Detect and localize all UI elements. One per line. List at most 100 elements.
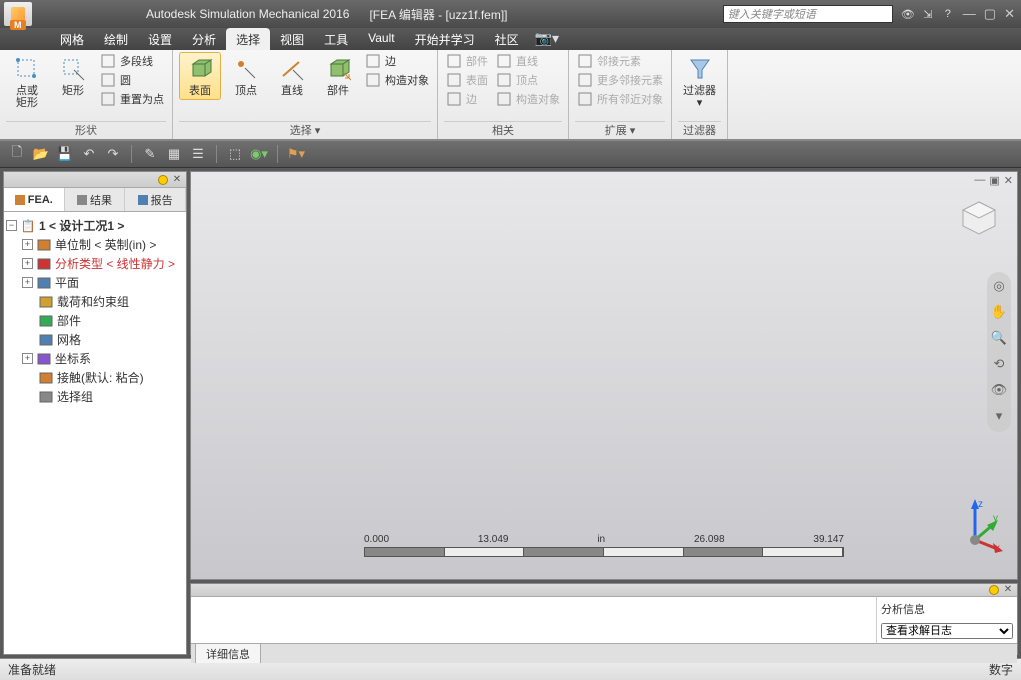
viewport-restore-icon[interactable]: ▣	[989, 174, 999, 187]
ribbon-矩形[interactable]: 矩形	[52, 52, 94, 100]
viewcube[interactable]	[959, 198, 999, 238]
signin-icon[interactable]: ⇲	[921, 7, 935, 21]
menu-网格[interactable]: 网格	[50, 28, 94, 50]
svg-text:y: y	[993, 513, 998, 524]
tree-item[interactable]: 网格	[6, 330, 184, 349]
box-icon[interactable]: ◉▾	[250, 145, 268, 163]
model-tree[interactable]: −📋1 < 设计工况1 >+单位制 < 英制(in) >+分析类型 < 线性静力…	[4, 212, 186, 654]
scale-ruler: 0.00013.049in26.09839.147	[364, 534, 844, 557]
ribbon-重置为点[interactable]: 重置为点	[98, 90, 166, 108]
menu-选择[interactable]: 选择	[226, 28, 270, 50]
undo-icon[interactable]: ↶	[80, 145, 98, 163]
tree-expand-icon[interactable]: +	[22, 353, 33, 364]
minimize-button[interactable]: —	[963, 6, 976, 22]
analysis-info-label: 分析信息	[881, 601, 1013, 617]
status-text: 准备就绪	[8, 661, 56, 678]
menu-设置[interactable]: 设置	[138, 28, 182, 50]
open-icon[interactable]: 📂	[32, 145, 50, 163]
pin-icon[interactable]	[989, 585, 999, 595]
title-tool-icons: 👁 ⇲ ?	[901, 7, 955, 21]
redo-icon[interactable]: ↷	[104, 145, 122, 163]
tree-expand-icon[interactable]: +	[22, 239, 33, 250]
ribbon-过滤器[interactable]: 过滤器▾	[678, 52, 721, 112]
ribbon-多段线[interactable]: 多段线	[98, 52, 166, 70]
ribbon-点或矩形[interactable]: 点或矩形	[6, 52, 48, 112]
details-tab[interactable]: 详细信息	[195, 643, 261, 663]
ribbon-group-title: 过滤器	[678, 121, 721, 139]
help-icon[interactable]: ?	[941, 7, 955, 21]
tree-item[interactable]: +分析类型 < 线性静力 >	[6, 254, 184, 273]
small-icon	[577, 91, 593, 107]
tree-expand-icon[interactable]: +	[22, 258, 33, 269]
menu-绘制[interactable]: 绘制	[94, 28, 138, 50]
menu-开始并学习[interactable]: 开始并学习	[405, 28, 485, 50]
zoom-icon[interactable]: 🔍	[990, 330, 1008, 348]
tree-item[interactable]: 部件	[6, 311, 184, 330]
camera-icon[interactable]: 📷▾	[535, 28, 559, 50]
ribbon-边[interactable]: 边	[363, 52, 431, 70]
small-icon	[577, 53, 593, 69]
ribbon-group-title: 相关	[444, 121, 562, 139]
tree-item[interactable]: 选择组	[6, 387, 184, 406]
menu-社区[interactable]: 社区	[485, 28, 529, 50]
tree-item[interactable]: 接触(默认: 粘合)	[6, 368, 184, 387]
ribbon-表面[interactable]: 表面	[179, 52, 221, 100]
menu-bar: 网格绘制设置分析选择视图工具Vault开始并学习社区 📷▾	[0, 28, 1021, 50]
tree-expand-icon[interactable]: +	[22, 277, 33, 288]
steering-wheel-icon[interactable]: ◎	[990, 278, 1008, 296]
viewport-minimize-icon[interactable]: —	[974, 174, 985, 187]
new-icon[interactable]: 🗋	[8, 145, 26, 163]
viewport-close-icon[interactable]: ✕	[1004, 174, 1013, 187]
save-icon[interactable]: 💾	[56, 145, 74, 163]
ribbon-邻接元素: 邻接元素	[575, 52, 665, 70]
ribbon: 点或矩形矩形多段线圆重置为点形状表面顶点直线部件边构造对象选择 ▾部件表面边直线…	[0, 50, 1021, 140]
menu-分析[interactable]: 分析	[182, 28, 226, 50]
select-icon[interactable]: ⬚	[226, 145, 244, 163]
pin-icon[interactable]	[158, 175, 168, 185]
panel-close-icon[interactable]: ✕	[170, 174, 184, 186]
pan-icon[interactable]: ✋	[990, 304, 1008, 322]
list-icon[interactable]: ☰	[189, 145, 207, 163]
ribbon-圆[interactable]: 圆	[98, 71, 166, 89]
navigation-bar: ◎ ✋ 🔍 ⟲ 👁 ▾	[987, 272, 1011, 432]
browser-tab-结果[interactable]: 结果	[65, 188, 126, 211]
small-icon	[365, 53, 381, 69]
tree-collapse-icon[interactable]: −	[6, 220, 17, 231]
browser-tab-FEA.[interactable]: FEA.	[4, 188, 65, 211]
small-icon	[100, 53, 116, 69]
ribbon-顶点[interactable]: 顶点	[225, 52, 267, 100]
help-search-input[interactable]: 键入关键字或短语	[723, 5, 893, 23]
close-button[interactable]: ✕	[1004, 6, 1015, 22]
grid-icon[interactable]: ▦	[165, 145, 183, 163]
browser-tab-报告[interactable]: 报告	[125, 188, 186, 211]
ribbon-部件: 部件	[444, 52, 490, 70]
ribbon-直线[interactable]: 直线	[271, 52, 313, 100]
menu-工具[interactable]: 工具	[314, 28, 358, 50]
binoculars-icon[interactable]: 👁	[901, 7, 915, 21]
menu-Vault[interactable]: Vault	[358, 28, 404, 50]
panel-close-icon[interactable]: ✕	[1001, 584, 1015, 596]
ribbon-构造对象[interactable]: 构造对象	[363, 71, 431, 89]
ribbon-更多邻接元素: 更多邻接元素	[575, 71, 665, 89]
main-area: ✕ FEA.结果报告 −📋1 < 设计工况1 >+单位制 < 英制(in) >+…	[0, 168, 1021, 658]
title-bar: M Autodesk Simulation Mechanical 2016 [F…	[0, 0, 1021, 28]
ruler-tick: 39.147	[813, 534, 844, 545]
tree-item[interactable]: +坐标系	[6, 349, 184, 368]
nav-more-icon[interactable]: ▾	[990, 408, 1008, 426]
menu-视图[interactable]: 视图	[270, 28, 314, 50]
maximize-button[interactable]: ▢	[984, 6, 996, 22]
edit-icon[interactable]: ✎	[141, 145, 159, 163]
line-icon	[278, 55, 306, 83]
flag-icon[interactable]: ⚑▾	[287, 145, 305, 163]
ribbon-部件[interactable]: 部件	[317, 52, 359, 100]
viewport[interactable]: — ▣ ✕ ◎ ✋ 🔍 ⟲ 👁 ▾ z x	[190, 171, 1018, 580]
info-content	[191, 597, 877, 643]
panel-header: ✕	[4, 172, 186, 188]
orbit-icon[interactable]: ⟲	[990, 356, 1008, 374]
tree-item[interactable]: +平面	[6, 273, 184, 292]
log-dropdown[interactable]: 查看求解日志	[881, 623, 1013, 639]
lookat-icon[interactable]: 👁	[990, 382, 1008, 400]
tree-item[interactable]: +单位制 < 英制(in) >	[6, 235, 184, 254]
tree-item[interactable]: 载荷和约束组	[6, 292, 184, 311]
ruler-tick: 26.098	[694, 534, 725, 545]
